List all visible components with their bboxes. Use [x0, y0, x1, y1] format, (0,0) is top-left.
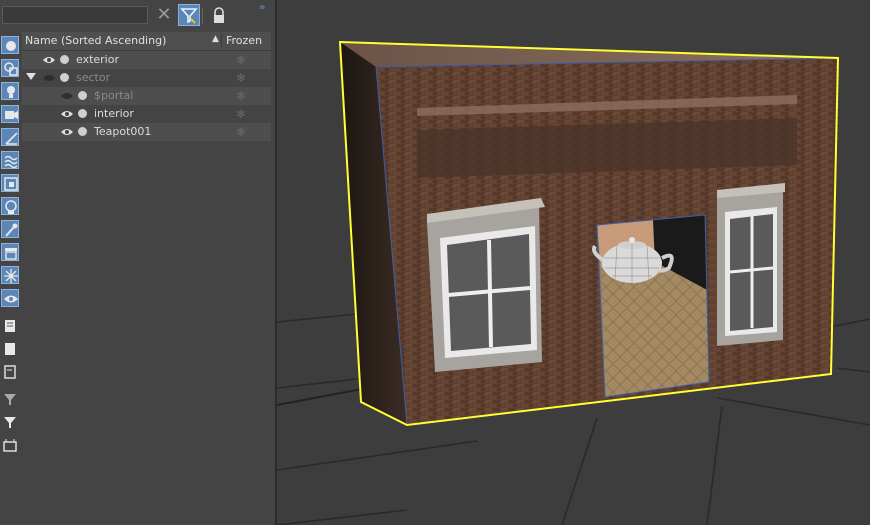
- visibility-eye-icon[interactable]: [42, 55, 56, 65]
- lights-filter-icon[interactable]: [1, 82, 19, 100]
- frozen-toggle-icon[interactable]: ❄: [236, 89, 246, 103]
- frozen-column-header[interactable]: Frozen: [221, 34, 262, 47]
- display-filter-toolbar: [0, 32, 22, 525]
- expand-panel-icon[interactable]: »: [259, 2, 273, 14]
- bones-filter-icon[interactable]: [1, 220, 19, 238]
- filter-icon[interactable]: [1, 413, 19, 431]
- explorer-toolbar: ✕ »: [0, 0, 275, 32]
- tree-row[interactable]: Teapot001 ❄: [22, 123, 271, 141]
- frozen-toggle-icon[interactable]: ❄: [236, 125, 246, 139]
- geometry-filter-icon[interactable]: [1, 36, 19, 54]
- display-all-icon[interactable]: [1, 317, 19, 335]
- tree-row[interactable]: exterior ❄: [22, 51, 271, 69]
- render-dot-icon[interactable]: [78, 127, 87, 136]
- right-window: [717, 183, 785, 346]
- filter-dropdown-icon[interactable]: [1, 390, 19, 408]
- perspective-viewport[interactable]: [277, 0, 870, 525]
- frozen-filter-icon[interactable]: [1, 266, 19, 284]
- shapes-filter-icon[interactable]: [1, 59, 19, 77]
- groups-filter-icon[interactable]: [1, 174, 19, 192]
- invert-display-icon[interactable]: [1, 363, 19, 381]
- lock-selection-button[interactable]: [210, 6, 228, 26]
- tree-item-label: Teapot001: [94, 125, 152, 138]
- render-dot-icon[interactable]: [60, 73, 69, 82]
- viewport-canvas[interactable]: [277, 0, 870, 525]
- hidden-eye-icon[interactable]: [42, 73, 56, 83]
- toolbar-divider: [202, 8, 203, 24]
- containers-filter-icon[interactable]: [1, 243, 19, 261]
- clear-search-icon[interactable]: ✕: [155, 6, 173, 26]
- name-column-header[interactable]: Name (Sorted Ascending): [25, 34, 166, 47]
- left-window: [427, 198, 545, 372]
- frozen-toggle-icon[interactable]: ❄: [236, 107, 246, 121]
- layer-icon[interactable]: [1, 436, 19, 454]
- scene-tree: Name (Sorted Ascending) ▲ Frozen exterio…: [22, 32, 271, 141]
- frozen-toggle-icon[interactable]: ❄: [236, 53, 246, 67]
- helpers-filter-icon[interactable]: [1, 128, 19, 146]
- hidden-eye-icon[interactable]: [60, 91, 74, 101]
- display-none-icon[interactable]: [1, 340, 19, 358]
- tree-item-label: interior: [94, 107, 134, 120]
- visibility-eye-icon[interactable]: [60, 127, 74, 137]
- tree-row[interactable]: interior ❄: [22, 105, 271, 123]
- xrefs-filter-icon[interactable]: [1, 197, 19, 215]
- tree-row[interactable]: $portal ❄: [22, 87, 271, 105]
- hidden-filter-icon[interactable]: [1, 289, 19, 307]
- expand-caret-icon[interactable]: [26, 73, 36, 80]
- cameras-filter-icon[interactable]: [1, 105, 19, 123]
- scene-explorer-panel: ✕ » Name (Sorted Ascending) ▲ Frozen ext…: [0, 0, 277, 525]
- filter-icon: [180, 8, 198, 24]
- visibility-eye-icon[interactable]: [60, 109, 74, 119]
- lock-icon: [214, 7, 224, 23]
- tree-row[interactable]: sector ❄: [22, 69, 271, 87]
- sort-ascending-icon[interactable]: ▲: [212, 34, 219, 44]
- frozen-toggle-icon[interactable]: ❄: [236, 71, 246, 85]
- tree-rows: exterior ❄ sector ❄ $portal ❄ interior ❄ Teapot0…: [22, 51, 271, 141]
- portal-opening[interactable]: [596, 214, 710, 398]
- spacewarps-filter-icon[interactable]: [1, 151, 19, 169]
- filter-toggle-button[interactable]: [178, 4, 200, 26]
- column-header: Name (Sorted Ascending) ▲ Frozen: [22, 32, 271, 51]
- tree-item-label: $portal: [94, 89, 134, 102]
- grid-axis-lines: [277, 387, 368, 406]
- search-input[interactable]: [2, 6, 148, 24]
- tree-item-label: exterior: [76, 53, 119, 66]
- render-dot-icon[interactable]: [78, 91, 87, 100]
- render-dot-icon[interactable]: [60, 55, 69, 64]
- tree-item-label: sector: [76, 71, 111, 84]
- render-dot-icon[interactable]: [78, 109, 87, 118]
